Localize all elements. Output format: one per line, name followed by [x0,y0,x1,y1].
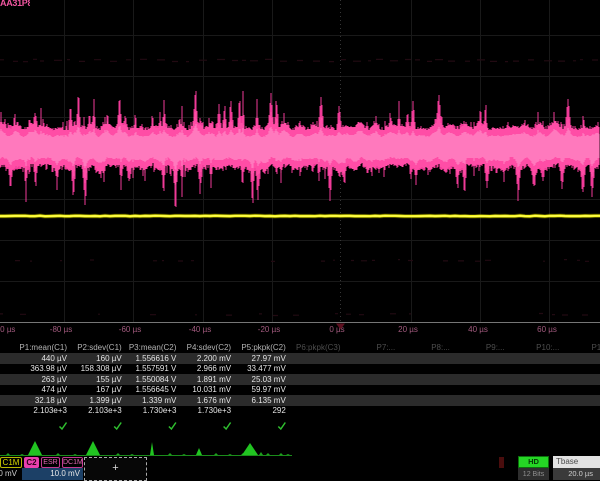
svg-text:-100 µs: -100 µs [0,325,15,334]
svg-text:40 µs: 40 µs [468,325,488,334]
svg-text:-60 µs: -60 µs [119,325,141,334]
svg-text:60 µs: 60 µs [537,325,557,334]
svg-text:-80 µs: -80 µs [50,325,72,334]
svg-text:20 µs: 20 µs [398,325,418,334]
svg-text:-40 µs: -40 µs [189,325,211,334]
svg-text:-20 µs: -20 µs [258,325,280,334]
